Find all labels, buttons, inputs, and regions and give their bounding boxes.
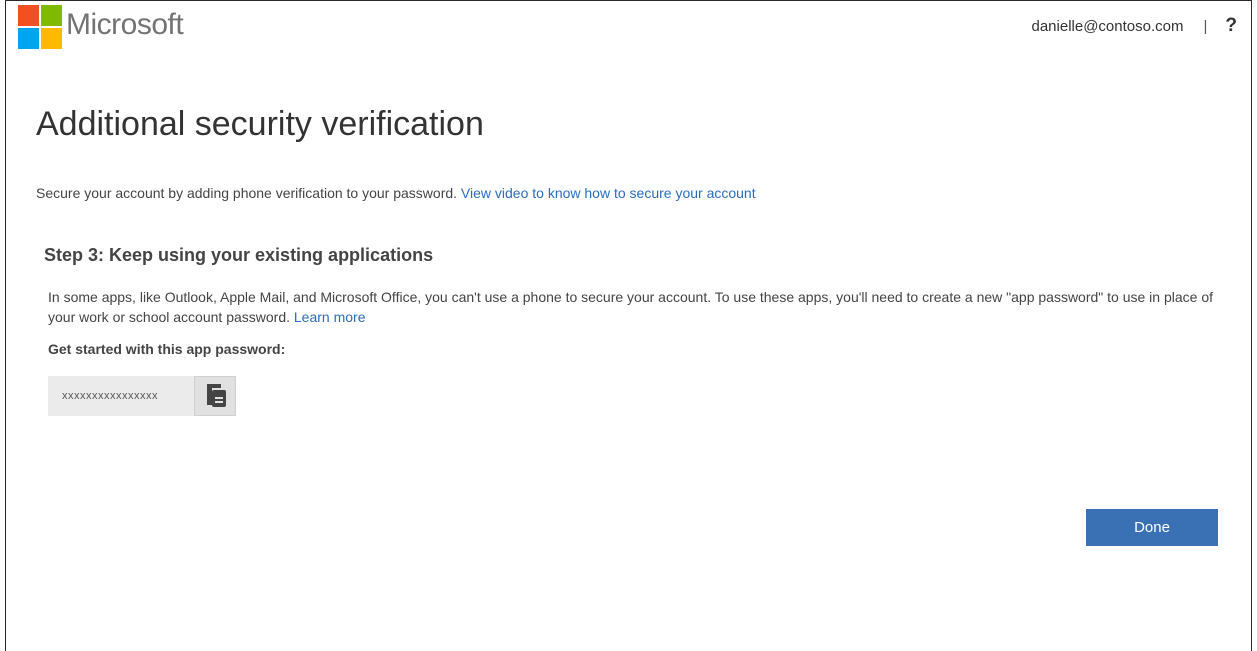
intro-text: Secure your account by adding phone veri…: [36, 185, 756, 201]
intro-text-body: Secure your account by adding phone veri…: [36, 185, 458, 201]
logo-yellow-square: [41, 28, 62, 49]
help-icon[interactable]: ?: [1225, 15, 1237, 37]
microsoft-logo-icon: [18, 5, 62, 49]
step-title: Step 3: Keep using your existing applica…: [44, 245, 434, 265]
user-area: danielle@contoso.com | ?: [1032, 15, 1238, 37]
logo-green-square: [41, 5, 62, 26]
view-video-link[interactable]: View video to know how to secure your ac…: [461, 185, 756, 201]
user-email: danielle@contoso.com: [1031, 17, 1184, 35]
logo-red-square: [18, 5, 39, 26]
brand-name: Microsoft: [66, 8, 184, 41]
page-frame: Microsoft danielle@contoso.com | ? Addit…: [5, 0, 1252, 651]
step-description-body: In some apps, like Outlook, Apple Mail, …: [48, 289, 1214, 325]
learn-more-link[interactable]: Learn more: [294, 309, 366, 325]
copy-password-button[interactable]: [194, 376, 236, 416]
app-password-field[interactable]: xxxxxxxxxxxxxxxx: [48, 376, 194, 416]
done-button[interactable]: Done: [1086, 509, 1218, 546]
logo-blue-square: [18, 28, 39, 49]
page-title: Additional security verification: [36, 105, 484, 143]
header: Microsoft danielle@contoso.com | ?: [6, 1, 1251, 51]
copy-icon: [207, 384, 226, 407]
app-password-label: Get started with this app password:: [48, 341, 286, 357]
step-description: In some apps, like Outlook, Apple Mail, …: [48, 287, 1218, 327]
header-divider: |: [1203, 17, 1208, 35]
